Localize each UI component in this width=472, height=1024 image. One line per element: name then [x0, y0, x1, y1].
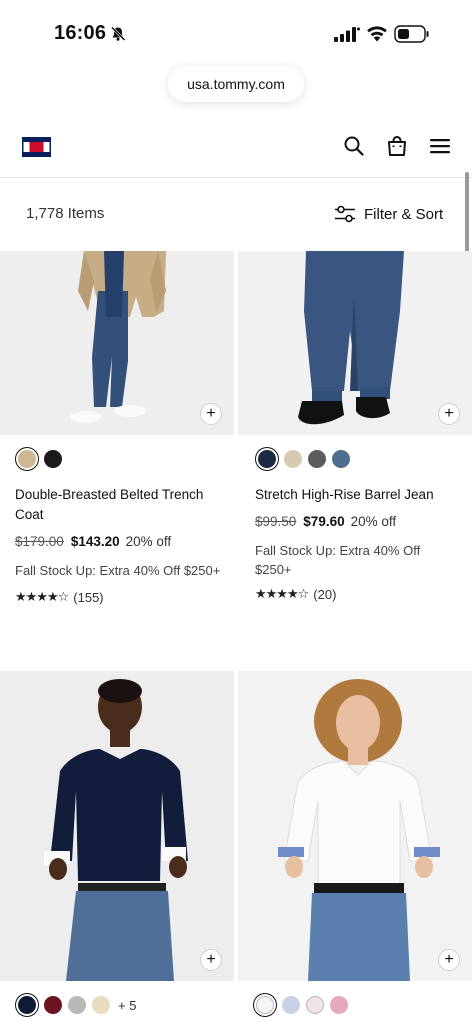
promo-text: Fall Stock Up: Extra 40% Off $250+ [15, 563, 221, 578]
add-to-bag-button[interactable]: + [200, 403, 222, 425]
star-rating-icon: ★★★★☆ [15, 589, 69, 604]
star-rating-icon: ★★★★☆ [255, 586, 309, 601]
review-count: (20) [313, 586, 337, 602]
status-time: 16:06 [54, 22, 107, 44]
product-rating[interactable]: ★★★★☆ (20) [255, 586, 472, 602]
tommy-flag-logo-icon[interactable] [22, 137, 51, 157]
filter-sort-button[interactable]: Filter & Sort [334, 202, 443, 226]
more-colors-label[interactable]: + 5 [118, 998, 136, 1013]
color-swatch[interactable] [308, 450, 326, 468]
results-toolbar: 1,778 Items Filter & Sort [0, 179, 472, 249]
promo-text: Fall Stock Up: Extra 40% Off $250+ [255, 543, 421, 577]
color-swatch[interactable] [44, 450, 62, 468]
color-swatch[interactable] [92, 996, 110, 1014]
product-image[interactable]: + [238, 671, 472, 981]
color-swatch[interactable] [44, 996, 62, 1014]
product-card[interactable]: + Stretch High-Rise Barrel Jean $99.50 $… [238, 251, 472, 602]
product-card[interactable]: + Double-Breasted Belted Trench Coat $17… [0, 251, 234, 605]
original-price: $99.50 [255, 514, 297, 529]
color-swatch[interactable] [332, 450, 350, 468]
original-price: $179.00 [15, 534, 64, 549]
sliders-icon [335, 205, 355, 223]
filter-sort-label: Filter & Sort [364, 205, 444, 223]
discount-label: 20% off [350, 514, 397, 529]
color-swatch[interactable] [18, 450, 36, 468]
status-bar: 16:06 [0, 0, 472, 62]
add-to-bag-button[interactable]: + [200, 949, 222, 971]
product-name[interactable]: Stretch High-Rise Barrel Jean [255, 485, 456, 505]
color-swatch[interactable] [330, 996, 348, 1014]
color-swatch[interactable] [68, 996, 86, 1014]
hamburger-menu-icon[interactable] [428, 134, 452, 158]
color-swatch[interactable] [306, 996, 324, 1014]
site-header [0, 120, 472, 178]
url-text: usa.tommy.com [187, 76, 285, 92]
product-price: $99.50 $79.60 20% off [255, 514, 472, 529]
address-bar[interactable]: usa.tommy.com [168, 66, 304, 102]
add-to-bag-button[interactable]: + [438, 403, 460, 425]
color-swatches [256, 447, 472, 471]
color-swatch[interactable] [282, 996, 300, 1014]
product-card[interactable]: + + 5 [0, 671, 234, 1017]
product-image[interactable]: + [238, 251, 472, 435]
product-price: $179.00 $143.20 20% off [15, 534, 234, 549]
color-swatch[interactable] [256, 996, 274, 1014]
product-card[interactable]: + [238, 671, 472, 1017]
color-swatches [16, 447, 234, 471]
discount-label: 20% off [125, 534, 172, 549]
product-name[interactable]: Double-Breasted Belted Trench Coat [15, 485, 218, 525]
sale-price: $79.60 [303, 514, 345, 529]
navy-sweater-model-photo [0, 671, 234, 981]
battery-icon [394, 25, 429, 43]
wifi-icon [367, 26, 387, 42]
bell-muted-icon [111, 26, 126, 41]
shopping-bag-icon[interactable] [385, 134, 409, 158]
product-image[interactable]: + [0, 671, 234, 981]
search-icon[interactable] [342, 134, 366, 158]
color-swatches [254, 993, 472, 1017]
white-shirt-model-photo [238, 671, 472, 981]
trench-coat-model-photo [0, 251, 234, 435]
sale-price: $143.20 [70, 534, 120, 549]
review-count: (155) [73, 589, 104, 605]
product-image[interactable]: + [0, 251, 234, 435]
color-swatches: + 5 [16, 993, 234, 1017]
add-to-bag-button[interactable]: + [438, 949, 460, 971]
barrel-jean-model-photo [238, 251, 472, 435]
color-swatch[interactable] [284, 450, 302, 468]
cellular-signal-icon [334, 27, 360, 42]
product-rating[interactable]: ★★★★☆ (155) [15, 589, 234, 605]
color-swatch[interactable] [258, 450, 276, 468]
color-swatch[interactable] [18, 996, 36, 1014]
items-count: 1,778 Items [26, 205, 105, 222]
